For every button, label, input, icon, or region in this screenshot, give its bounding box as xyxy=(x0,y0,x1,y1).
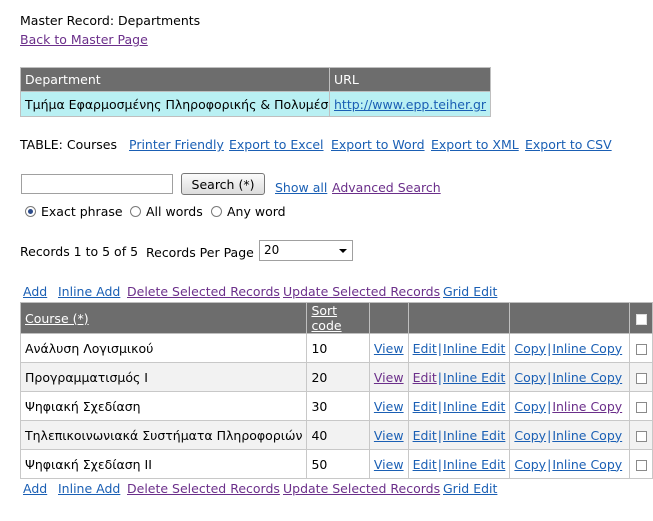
table-row: Τηλεπικοινωνιακά Συστήματα Πληροφοριών 4… xyxy=(19,420,653,450)
radio-all-words[interactable]: All words xyxy=(130,204,203,219)
records-per-page-select[interactable]: 20 xyxy=(259,240,353,261)
row-checkbox[interactable] xyxy=(635,343,647,355)
copy-column-header xyxy=(509,302,631,334)
copy-link[interactable]: Copy xyxy=(514,341,546,356)
courses-table: Course (*) Sort code Ανάλυση Λογισμικού … xyxy=(19,302,653,479)
select-all-checkbox[interactable] xyxy=(635,313,647,325)
row-checkbox[interactable] xyxy=(635,401,647,413)
copy-link[interactable]: Copy xyxy=(514,428,546,443)
sort-code-cell: 40 xyxy=(306,420,370,450)
view-column-header xyxy=(368,302,409,334)
radio-unselected-icon[interactable] xyxy=(130,206,141,217)
add-link[interactable]: Add xyxy=(23,481,47,496)
inline-add-link[interactable]: Inline Add xyxy=(58,284,120,299)
add-link[interactable]: Add xyxy=(23,284,47,299)
table-header-row: Course (*) Sort code xyxy=(19,302,653,334)
inline-edit-link[interactable]: Inline Edit xyxy=(443,399,505,414)
edit-column-header xyxy=(407,302,511,334)
export-csv-link[interactable]: Export to CSV xyxy=(525,137,612,152)
back-to-master-link[interactable]: Back to Master Page xyxy=(20,32,148,47)
radio-unselected-icon[interactable] xyxy=(211,206,222,217)
edit-link[interactable]: Edit xyxy=(413,428,437,443)
inline-add-link[interactable]: Inline Add xyxy=(58,481,120,496)
table-row: Ψηφιακή Σχεδίαση ΙΙ 50 View Edit|Inline … xyxy=(19,449,653,479)
table-row: Ψηφιακή Σχεδίαση 30 View Edit|Inline Edi… xyxy=(19,391,653,421)
records-per-page-label: Records Per Page xyxy=(146,245,254,260)
chevron-down-icon xyxy=(339,249,347,253)
row-checkbox[interactable] xyxy=(635,372,647,384)
radio-exact-phrase[interactable]: Exact phrase xyxy=(25,204,123,219)
inline-copy-link[interactable]: Inline Copy xyxy=(552,341,622,356)
advanced-search-link[interactable]: Advanced Search xyxy=(332,180,441,195)
course-cell: Ψηφιακή Σχεδίαση ΙΙ xyxy=(19,449,308,479)
edit-link[interactable]: Edit xyxy=(413,341,437,356)
copy-link[interactable]: Copy xyxy=(514,370,546,385)
row-checkbox[interactable] xyxy=(635,459,647,471)
department-column-header: Department xyxy=(20,67,330,92)
edit-link[interactable]: Edit xyxy=(413,370,437,385)
radio-label: All words xyxy=(146,204,203,219)
update-selected-link[interactable]: Update Selected Records xyxy=(283,284,440,299)
course-cell: Ανάλυση Λογισμικού xyxy=(19,333,308,363)
table-row: Προγραμματισμός Ι 20 View Edit|Inline Ed… xyxy=(19,362,653,392)
course-cell: Ψηφιακή Σχεδίαση xyxy=(19,391,308,421)
inline-copy-link[interactable]: Inline Copy xyxy=(552,428,622,443)
course-cell: Προγραμματισμός Ι xyxy=(19,362,308,392)
grid-edit-link[interactable]: Grid Edit xyxy=(443,284,497,299)
page-title: Master Record: Departments xyxy=(20,13,201,28)
inline-edit-link[interactable]: Inline Edit xyxy=(443,341,505,356)
radio-label: Exact phrase xyxy=(41,204,123,219)
view-link[interactable]: View xyxy=(374,457,404,472)
inline-edit-link[interactable]: Inline Edit xyxy=(443,370,505,385)
search-input[interactable] xyxy=(21,174,173,194)
export-excel-link[interactable]: Export to Excel xyxy=(229,137,324,152)
radio-any-word[interactable]: Any word xyxy=(211,204,286,219)
edit-link[interactable]: Edit xyxy=(413,399,437,414)
export-word-link[interactable]: Export to Word xyxy=(331,137,425,152)
course-cell: Τηλεπικοινωνιακά Συστήματα Πληροφοριών xyxy=(19,420,308,450)
show-all-link[interactable]: Show all xyxy=(275,180,327,195)
inline-edit-link[interactable]: Inline Edit xyxy=(443,428,505,443)
table-row: Ανάλυση Λογισμικού 10 View Edit|Inline E… xyxy=(19,333,653,363)
edit-link[interactable]: Edit xyxy=(413,457,437,472)
sort-code-cell: 50 xyxy=(306,449,370,479)
department-url-link[interactable]: http://www.epp.teiher.gr xyxy=(334,97,486,112)
inline-copy-link[interactable]: Inline Copy xyxy=(552,370,622,385)
table-label: TABLE: Courses xyxy=(20,137,117,152)
master-record-table: Department URL Τμήμα Εφαρμοσμένης Πληροφ… xyxy=(20,67,492,117)
inline-copy-link[interactable]: Inline Copy xyxy=(552,399,622,414)
search-button[interactable]: Search (*) xyxy=(181,173,265,195)
copy-link[interactable]: Copy xyxy=(514,399,546,414)
department-value: Τμήμα Εφαρμοσμένης Πληροφορικής & Πολυμέ… xyxy=(20,91,330,117)
course-column-header[interactable]: Course (*) xyxy=(25,311,89,326)
sort-code-cell: 20 xyxy=(306,362,370,392)
radio-label: Any word xyxy=(227,204,286,219)
view-link[interactable]: View xyxy=(374,341,404,356)
radio-selected-icon[interactable] xyxy=(25,206,36,217)
grid-edit-link[interactable]: Grid Edit xyxy=(443,481,497,496)
per-page-value: 20 xyxy=(264,243,280,257)
inline-copy-link[interactable]: Inline Copy xyxy=(552,457,622,472)
export-xml-link[interactable]: Export to XML xyxy=(431,137,519,152)
records-info: Records 1 to 5 of 5 xyxy=(20,244,139,259)
update-selected-link[interactable]: Update Selected Records xyxy=(283,481,440,496)
sort-code-cell: 30 xyxy=(306,391,370,421)
inline-edit-link[interactable]: Inline Edit xyxy=(443,457,505,472)
view-link[interactable]: View xyxy=(374,370,404,385)
view-link[interactable]: View xyxy=(374,428,404,443)
delete-selected-link[interactable]: Delete Selected Records xyxy=(127,481,280,496)
sort-code-cell: 10 xyxy=(306,333,370,363)
sort-code-column-header[interactable]: Sort code xyxy=(311,303,341,333)
url-column-header: URL xyxy=(328,67,492,92)
view-link[interactable]: View xyxy=(374,399,404,414)
delete-selected-link[interactable]: Delete Selected Records xyxy=(127,284,280,299)
row-checkbox[interactable] xyxy=(635,430,647,442)
copy-link[interactable]: Copy xyxy=(514,457,546,472)
printer-friendly-link[interactable]: Printer Friendly xyxy=(129,137,224,152)
